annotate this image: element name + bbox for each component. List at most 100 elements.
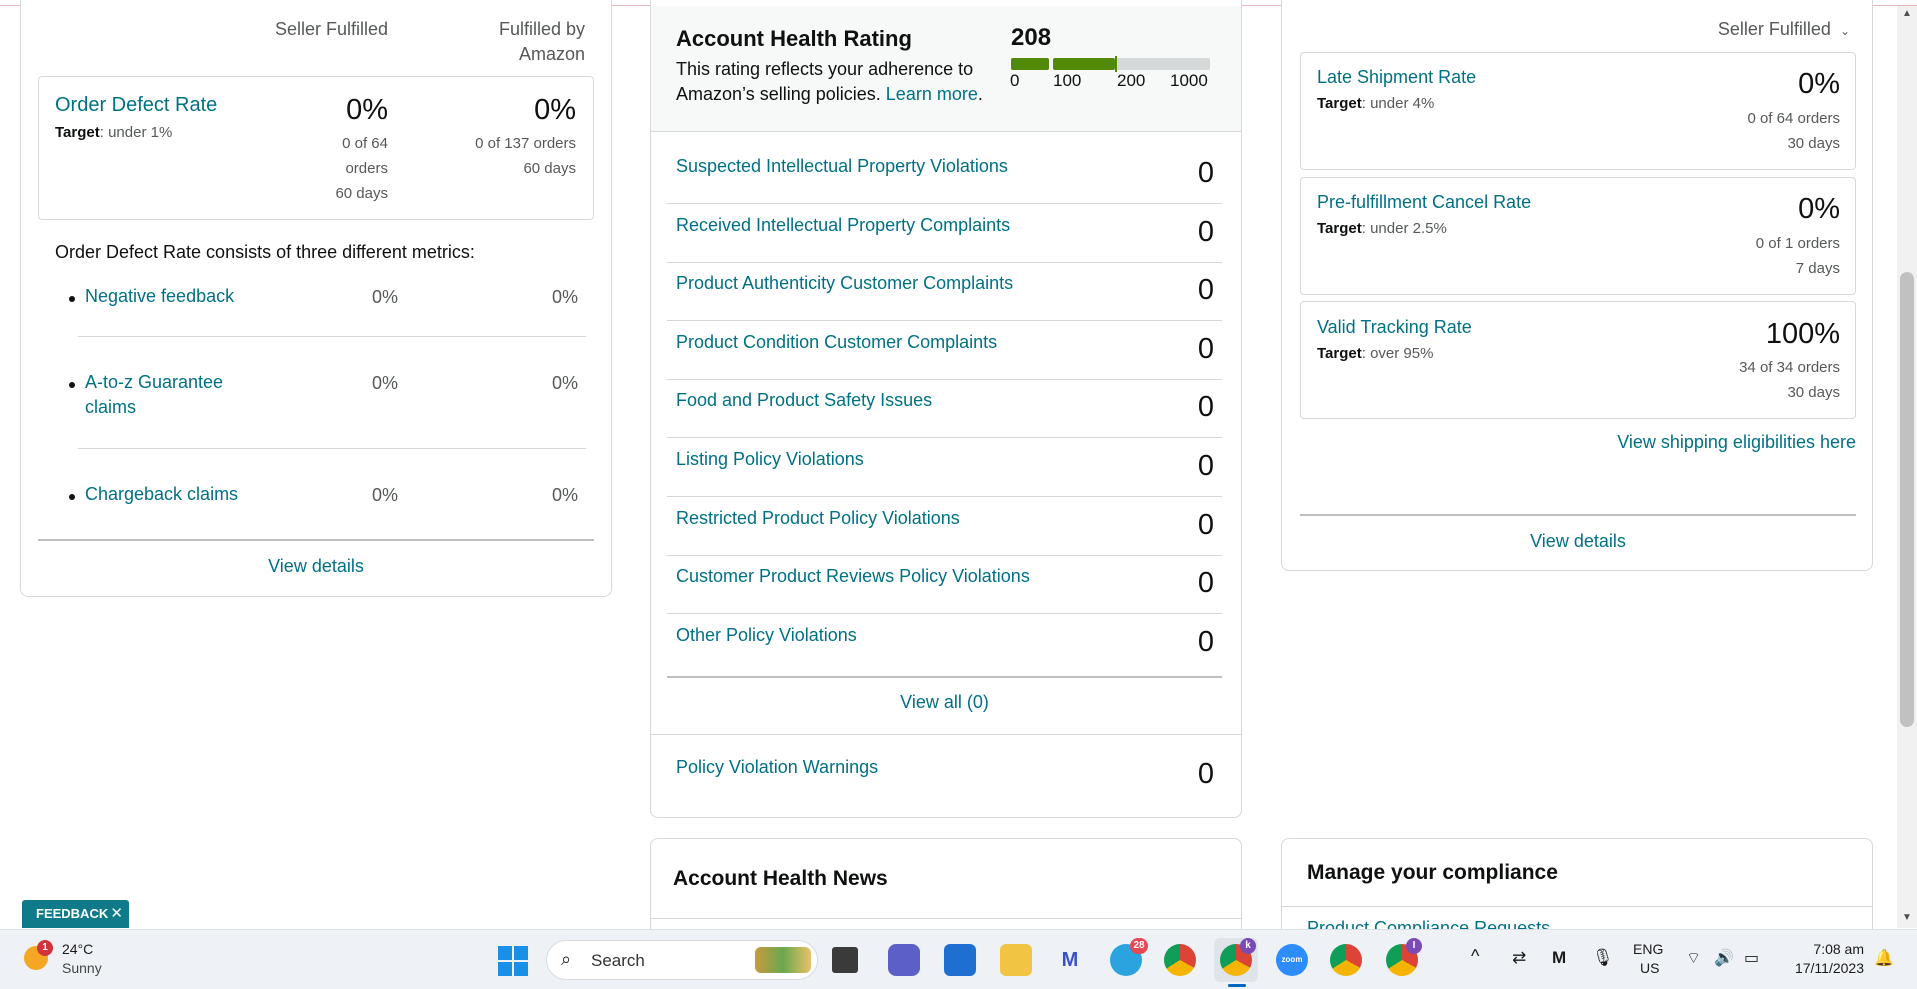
file-explorer-icon[interactable] [1000,944,1032,976]
meter-tick-200: 200 [1117,71,1146,90]
target-value: : under 2.5% [1361,220,1447,237]
valid-tracking-target: Target: over 95% [1317,345,1433,362]
odr-target: Target: under 1% [55,124,172,141]
policy-row-divider [667,496,1222,497]
chargeback-fba: 0% [551,485,578,505]
close-icon[interactable]: ✕ [110,900,123,928]
clock-date[interactable]: 17/11/2023 [1780,960,1864,976]
view-shipping-eligibilities-link[interactable]: View shipping eligibilities here [1560,432,1856,453]
language-line2[interactable]: US [1640,960,1659,976]
meter-segment-1 [1011,58,1049,70]
volume-icon[interactable]: 🔊 [1714,948,1734,968]
policy-row-link[interactable]: Suspected Intellectual Property Violatio… [676,156,1008,177]
policy-row-link[interactable]: Product Authenticity Customer Complaints [676,273,1013,294]
ahr-desc-1: This rating reflects your adherence to [676,59,974,79]
a-to-z-guarantee-link-2[interactable]: claims [85,397,136,418]
shipping-footer-divider [1300,514,1856,516]
order-defect-rate-link[interactable]: Order Defect Rate [55,94,217,117]
weather-widget[interactable]: 1 24°C Sunny [20,940,140,980]
chrome-icon-1[interactable] [1164,944,1196,976]
news-title: Account Health News [673,867,888,890]
view-all-link[interactable]: View all (0) [667,692,1222,713]
ahr-desc-end: . [977,84,983,104]
fulfillment-dropdown[interactable]: Seller Fulfilled ⌄ [1690,19,1850,40]
policy-row-count: 0 [1197,274,1214,307]
policy-violation-warnings-link[interactable]: Policy Violation Warnings [676,757,878,778]
policy-row-link[interactable]: Food and Product Safety Issues [676,390,932,411]
chrome-icon-3[interactable] [1330,944,1362,976]
policy-row-divider [667,261,1222,263]
pre-fulfillment-cancel-rate-link[interactable]: Pre-fulfillment Cancel Rate [1317,192,1531,213]
target-label: Target [1317,220,1362,237]
odr-consists-text: Order Defect Rate consists of three diff… [55,242,475,262]
policy-violation-warnings-count: 0 [1197,758,1214,790]
policy-row-link[interactable]: Product Condition Customer Complaints [676,332,997,353]
learn-more-link[interactable]: Learn more [886,84,978,104]
policy-row-link[interactable]: Other Policy Violations [676,625,857,646]
shipping-view-details-link[interactable]: View details [1300,531,1856,552]
policy-row-link[interactable]: Customer Product Reviews Policy Violatio… [676,566,1030,587]
chargeback-seller: 0% [371,485,398,505]
scroll-down-arrow-icon[interactable]: ▼ [1899,912,1915,926]
policy-row-count: 0 [1197,391,1214,424]
negative-feedback-seller: 0% [371,287,398,307]
search-placeholder: Search [591,951,645,970]
policy-row-count: 0 [1197,567,1214,600]
search-icon: ⌕ [561,949,572,969]
taskbar-search[interactable]: ⌕ Search [546,940,818,980]
late-shipment-target: Target: under 4% [1317,95,1434,112]
scroll-up-arrow-icon[interactable]: ▲ [1899,8,1915,22]
valid-tracking-line2: 30 days [1787,384,1840,401]
fulfillment-dropdown-label: Seller Fulfilled [1717,19,1831,39]
task-view-icon[interactable] [832,947,858,973]
cancel-rate-line2: 7 days [1795,260,1840,277]
a-to-z-seller: 0% [371,373,398,393]
meter-tick-0: 0 [1010,71,1020,90]
microsoft-store-icon[interactable] [944,944,976,976]
meter-tick-1000: 1000 [1170,71,1208,90]
chargeback-claims-link[interactable]: Chargeback claims [85,484,238,505]
valid-tracking-rate-link[interactable]: Valid Tracking Rate [1317,317,1472,338]
policy-row-link[interactable]: Restricted Product Policy Violations [676,508,960,529]
policy-row-count: 0 [1197,332,1214,365]
app-m-icon[interactable]: M [1054,944,1086,976]
windows-start-icon[interactable] [498,946,528,976]
show-hidden-icons-chevron-icon[interactable]: ^ [1471,946,1479,967]
telegram-badge: 28 [1130,938,1148,954]
teams-chat-icon[interactable] [888,944,920,976]
zoom-icon[interactable]: zoom [1276,944,1308,976]
microphone-icon[interactable]: 🎙 [1592,948,1614,968]
policy-row-divider [667,613,1222,615]
scrollbar-thumb[interactable] [1900,272,1914,727]
late-shipment-pct: 0% [1798,68,1840,100]
negative-feedback-link[interactable]: Negative feedback [85,286,234,307]
valid-tracking-line1: 34 of 34 orders [1739,359,1840,376]
valid-tracking-pct: 100% [1765,318,1840,350]
search-highlight-icon [755,947,811,973]
target-label: Target [1317,345,1362,362]
warnings-divider [651,734,1241,735]
policy-row-link[interactable]: Received Intellectual Property Complaint… [676,215,1010,236]
meter-marker [1115,56,1117,72]
wifi-icon[interactable]: ⌔ [1686,948,1701,968]
a-to-z-guarantee-link[interactable]: A-to-z Guarantee [85,372,223,393]
feedback-tab[interactable]: FEEDBACK ✕ [22,900,129,928]
odr-fba-line2: 60 days [523,160,576,177]
language-line1[interactable]: ENG [1633,941,1663,957]
cancel-rate-target: Target: under 2.5% [1317,220,1447,237]
weather-desc: Sunny [62,960,102,976]
meter-tick-100: 100 [1053,71,1082,90]
policy-row-link[interactable]: Listing Policy Violations [676,449,864,470]
odr-view-details-link[interactable]: View details [38,556,594,577]
notification-bell-icon[interactable]: 🔔 [1874,948,1894,968]
battery-icon[interactable]: ▭ [1744,948,1759,968]
odr-seller-line2: orders [345,160,388,177]
chrome-profile-badge-i: I [1406,938,1422,954]
tray-m-icon[interactable]: M [1552,948,1566,968]
bullet [69,382,75,388]
late-shipment-rate-link[interactable]: Late Shipment Rate [1317,67,1476,88]
clock-time[interactable]: 7:08 am [1780,941,1864,957]
odr-seller-pct: 0% [346,94,388,126]
late-shipment-line1: 0 of 64 orders [1747,110,1840,127]
tray-app-icon[interactable]: ⇄ [1512,948,1526,968]
